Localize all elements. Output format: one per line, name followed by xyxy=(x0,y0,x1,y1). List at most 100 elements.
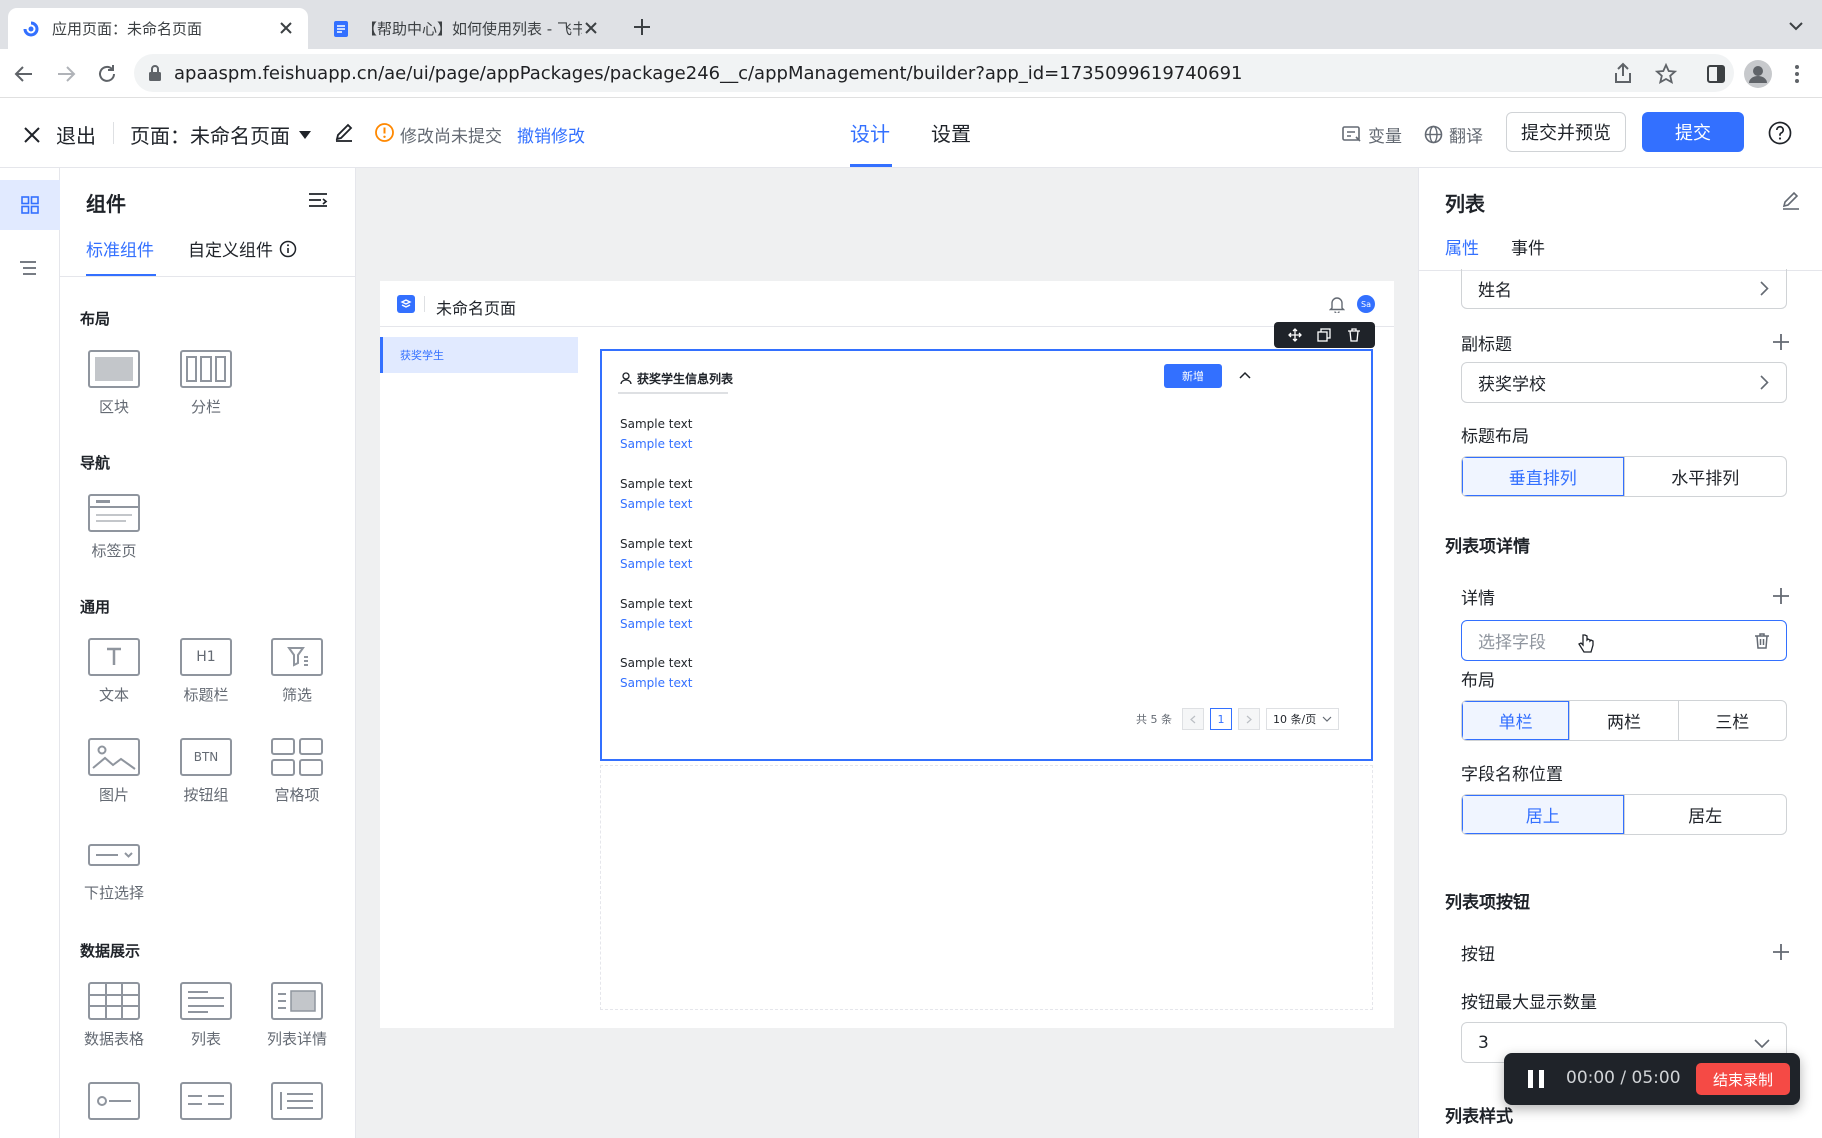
rename-pencil-icon[interactable] xyxy=(1781,190,1801,210)
component-data-table[interactable]: 数据表格 xyxy=(74,982,154,1049)
list-item[interactable]: Sample text Sample text xyxy=(620,537,693,571)
reload-icon[interactable] xyxy=(96,63,118,85)
collapse-panel-icon[interactable] xyxy=(308,192,328,210)
tab-design[interactable]: 设计 xyxy=(848,118,892,147)
component-image[interactable]: 图片 xyxy=(74,738,154,805)
page-size-select[interactable]: 10 条/页 xyxy=(1266,708,1340,730)
pagination-total: 共 5 条 xyxy=(1136,713,1172,726)
submit-button[interactable]: 提交 xyxy=(1642,112,1744,152)
back-arrow-icon[interactable] xyxy=(14,64,34,84)
list-item[interactable]: Sample text Sample text xyxy=(620,656,693,690)
block-icon xyxy=(88,350,140,388)
component-text[interactable]: 文本 xyxy=(74,638,154,705)
component-more-1[interactable] xyxy=(74,1082,154,1128)
globe-icon xyxy=(1424,125,1443,144)
user-icon xyxy=(620,372,632,385)
forward-arrow-icon[interactable] xyxy=(56,64,76,84)
tab-list-chevron-icon[interactable] xyxy=(1788,20,1804,32)
component-columns[interactable]: 分栏 xyxy=(166,350,246,417)
component-filter[interactable]: 筛选 xyxy=(257,638,337,705)
page-1-button[interactable]: 1 xyxy=(1210,708,1232,730)
detail-field-select[interactable]: 选择字段 xyxy=(1461,620,1787,661)
delete-icon[interactable] xyxy=(1347,328,1361,342)
profile-avatar-icon[interactable] xyxy=(1744,60,1772,88)
add-button[interactable]: 新增 xyxy=(1164,364,1222,388)
browser-menu-icon[interactable] xyxy=(1794,63,1800,85)
component-block[interactable]: 区块 xyxy=(74,350,154,417)
share-icon[interactable] xyxy=(1614,62,1632,84)
subtitle-field-select[interactable]: 获奖学校 xyxy=(1461,362,1787,403)
translate-button[interactable]: 翻译 xyxy=(1424,122,1483,147)
move-icon[interactable] xyxy=(1287,328,1302,342)
browser-tab-active[interactable]: 应用页面：未命名页面 xyxy=(8,8,308,49)
page-selector[interactable]: 页面：未命名页面 xyxy=(130,120,312,149)
option-vertical[interactable]: 垂直排列 xyxy=(1462,457,1624,496)
app-header: 退出 页面：未命名页面 修改尚未提交 撤销修改 设计 设置 变量 翻译 提交并预… xyxy=(0,98,1822,168)
components-rail-button[interactable] xyxy=(0,180,60,230)
image-icon xyxy=(88,738,140,776)
variable-button[interactable]: 变量 xyxy=(1342,122,1402,147)
next-page-button[interactable] xyxy=(1238,708,1260,730)
new-tab-plus-icon[interactable] xyxy=(632,17,652,37)
undo-changes-link[interactable]: 撤销修改 xyxy=(517,122,585,147)
component-dropdown[interactable]: 下拉选择 xyxy=(74,836,154,903)
component-button-group[interactable]: BTN 按钮组 xyxy=(166,738,246,805)
pause-icon[interactable] xyxy=(1526,1069,1546,1089)
outline-rail-button[interactable] xyxy=(19,260,39,276)
edit-pencil-icon[interactable] xyxy=(334,122,354,142)
component-list[interactable]: 列表 xyxy=(166,982,246,1049)
prev-page-button[interactable] xyxy=(1182,708,1204,730)
nav-item-label: 获奖学生 xyxy=(400,349,444,362)
submit-preview-button[interactable]: 提交并预览 xyxy=(1506,112,1626,152)
bell-icon[interactable] xyxy=(1329,296,1345,313)
component-label: 图片 xyxy=(98,786,129,804)
add-subtitle-plus-icon[interactable] xyxy=(1771,332,1791,352)
component-label: 数据表格 xyxy=(83,1030,144,1048)
submit-preview-label: 提交并预览 xyxy=(1521,123,1611,144)
component-more-2[interactable] xyxy=(166,1082,246,1128)
info-icon[interactable] xyxy=(279,240,297,258)
address-bar[interactable]: apaaspm.feishuapp.cn/ae/ui/page/appPacka… xyxy=(134,54,1734,92)
option-two-columns[interactable]: 两栏 xyxy=(1569,701,1677,740)
tab-custom-components[interactable]: 自定义组件 xyxy=(188,236,297,261)
component-grid-item[interactable]: 宫格项 xyxy=(257,738,337,805)
list-item[interactable]: Sample text Sample text xyxy=(620,597,693,631)
component-tabs[interactable]: 标签页 xyxy=(74,494,154,561)
properties-panel: 列表 属性 事件 姓名 副标题 获奖学校 标题布局 垂直排列 水平排列 列表项详… xyxy=(1418,168,1822,1138)
document-icon xyxy=(332,20,350,38)
stop-recording-button[interactable]: 结束录制 xyxy=(1696,1063,1790,1095)
option-left[interactable]: 居左 xyxy=(1623,795,1787,834)
option-single-column[interactable]: 单栏 xyxy=(1462,701,1570,740)
tab-events[interactable]: 事件 xyxy=(1511,234,1545,259)
option-top[interactable]: 居上 xyxy=(1462,795,1624,834)
option-three-columns[interactable]: 三栏 xyxy=(1677,701,1786,740)
exit-button[interactable]: 退出 xyxy=(22,120,96,149)
title-field-select[interactable]: 姓名 xyxy=(1461,269,1787,309)
list-item[interactable]: Sample text Sample text xyxy=(620,417,693,451)
list-item-title: Sample text xyxy=(620,537,693,551)
option-horizontal[interactable]: 水平排列 xyxy=(1623,457,1787,496)
add-button-label: 新增 xyxy=(1182,370,1204,383)
component-list-detail[interactable]: 列表详情 xyxy=(257,982,337,1049)
close-icon[interactable] xyxy=(278,20,294,36)
list-component-selected[interactable]: 获奖学生信息列表 新增 Sample text Sample text Sampl… xyxy=(600,322,1375,761)
component-more-3[interactable] xyxy=(257,1082,337,1128)
component-heading[interactable]: H1 标题栏 xyxy=(166,638,246,705)
collapse-chevron-icon[interactable] xyxy=(1239,371,1251,379)
avatar[interactable]: Sa xyxy=(1357,295,1375,313)
add-detail-plus-icon[interactable] xyxy=(1771,586,1791,606)
browser-tab-help[interactable]: 【帮助中心】如何使用列表 - 飞书 xyxy=(318,8,613,49)
star-bookmark-icon[interactable] xyxy=(1655,63,1677,85)
help-icon[interactable] xyxy=(1768,121,1792,145)
add-button-plus-icon[interactable] xyxy=(1771,942,1791,962)
close-icon[interactable] xyxy=(583,20,599,36)
tab-properties[interactable]: 属性 xyxy=(1445,234,1479,259)
trash-icon[interactable] xyxy=(1754,632,1770,650)
copy-icon[interactable] xyxy=(1317,328,1332,342)
preview-nav-item-active[interactable]: 获奖学生 xyxy=(380,337,578,373)
recording-time: 00:00 / 05:00 xyxy=(1566,1068,1681,1088)
tab-standard-components[interactable]: 标准组件 xyxy=(86,236,154,261)
list-item[interactable]: Sample text Sample text xyxy=(620,477,693,511)
tab-settings[interactable]: 设置 xyxy=(931,118,971,147)
side-panel-icon[interactable] xyxy=(1706,64,1726,84)
